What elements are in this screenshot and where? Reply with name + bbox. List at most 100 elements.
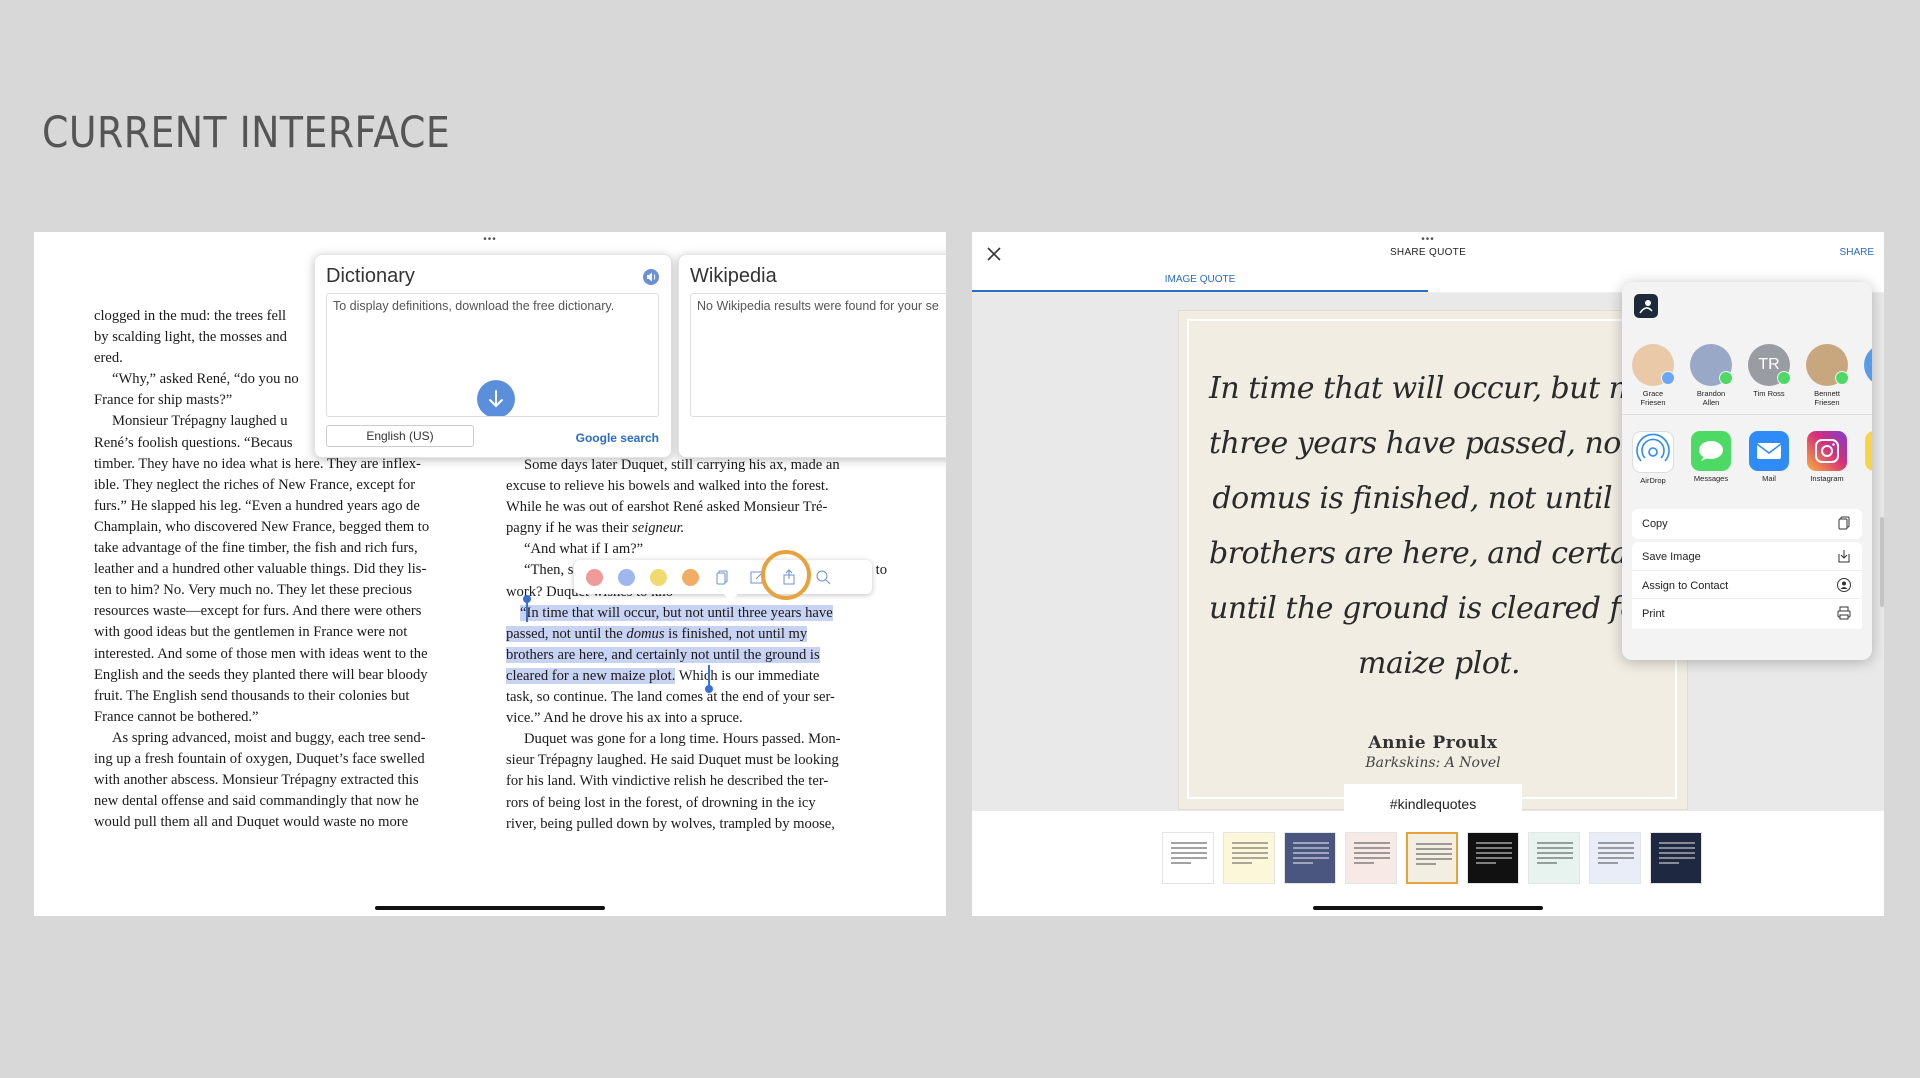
copy-icon[interactable] xyxy=(714,568,732,586)
book-line: take advantage of the fine timber, the f… xyxy=(94,540,418,557)
share-app-messages[interactable]: Messages xyxy=(1684,431,1738,483)
thumbnail-text-line xyxy=(1476,842,1512,844)
airdrop-icon xyxy=(1632,431,1674,473)
thumbnail-text-line xyxy=(1598,857,1634,859)
contact-name: Grace Friesen xyxy=(1626,389,1680,407)
share-app-mail[interactable]: Mail xyxy=(1742,431,1796,483)
book-line[interactable]: cleared for a new maize plot. Which is o… xyxy=(506,666,887,687)
scrollbar[interactable] xyxy=(1880,517,1884,607)
share-app-partial[interactable] xyxy=(1858,431,1872,471)
book-line: As spring advanced, moist and buggy, eac… xyxy=(112,729,426,746)
home-indicator[interactable] xyxy=(1313,906,1543,910)
share-contact[interactable]: TR Tim Ross xyxy=(1742,344,1796,398)
selection-end-handle[interactable] xyxy=(705,685,713,693)
notes-icon xyxy=(1865,431,1872,471)
template-thumbnail[interactable] xyxy=(1650,832,1702,884)
book-italic-text: domus xyxy=(626,625,665,642)
grabber-handle[interactable]: ••• xyxy=(1420,235,1436,245)
highlighted-selection[interactable]: “In time that will occur, but not until … xyxy=(520,604,833,621)
quote-line: domus is finished, not until my xyxy=(1212,481,1666,516)
contact-first-name: Brandon xyxy=(1696,389,1726,398)
selection-end-bar[interactable] xyxy=(708,665,710,687)
language-select[interactable]: English (US) xyxy=(326,425,474,447)
thumbnail-text-line xyxy=(1171,857,1207,859)
contact-first-name: Bennett xyxy=(1814,389,1840,398)
thumbnail-text-line xyxy=(1171,862,1191,864)
highlighted-selection[interactable]: brothers are here, and certainly not unt… xyxy=(506,646,820,663)
share-contact[interactable]: Brandon Allen xyxy=(1684,344,1738,407)
book-text: is finished, not until my xyxy=(664,625,808,642)
template-thumbnail[interactable] xyxy=(1406,832,1458,884)
share-contact-partial[interactable] xyxy=(1858,344,1872,386)
book-line: new dental offense and said commandingly… xyxy=(94,793,419,810)
messages-badge-icon xyxy=(1835,371,1849,385)
thumbnail-text-line xyxy=(1232,852,1268,854)
avatar xyxy=(1806,344,1849,386)
contact-last-name: Allen xyxy=(1702,398,1720,407)
highlighted-selection[interactable]: passed, not until the domus is finished,… xyxy=(506,625,808,642)
thumbnail-text-line xyxy=(1171,847,1207,849)
highlight-color-yellow[interactable] xyxy=(650,569,667,586)
template-thumbnail[interactable] xyxy=(1467,832,1519,884)
selection-start-bar[interactable] xyxy=(526,600,528,622)
book-line: interested. And some of those men with i… xyxy=(94,645,428,662)
book-line: pagny if he was their seigneur. xyxy=(506,518,887,539)
dictionary-popover: Dictionary To display definitions, downl… xyxy=(314,254,672,458)
highlight-color-pink[interactable] xyxy=(586,569,603,586)
thumbnail-text-line xyxy=(1537,857,1573,859)
template-thumbnail[interactable] xyxy=(1162,832,1214,884)
share-action-print[interactable]: Print xyxy=(1632,598,1862,629)
template-thumbnail[interactable] xyxy=(1589,832,1641,884)
share-app-instagram[interactable]: Instagram xyxy=(1800,431,1854,483)
book-line: sieur Trépagny laughed. He said Duquet m… xyxy=(506,752,839,769)
print-icon xyxy=(1836,605,1852,621)
kindle-app-icon xyxy=(1634,294,1658,318)
book-line: leather and a hundred other valuable thi… xyxy=(94,561,427,578)
template-thumbnail[interactable] xyxy=(1345,832,1397,884)
grabber-handle[interactable]: ••• xyxy=(482,235,498,245)
share-app-airdrop[interactable]: AirDrop xyxy=(1626,431,1680,485)
toolbar-pointer xyxy=(724,594,738,601)
avatar xyxy=(1864,344,1872,386)
thumbnail-text-line xyxy=(1293,842,1329,844)
thumbnail-text-line xyxy=(1659,857,1695,859)
slide-title: CURRENT INTERFACE xyxy=(42,108,451,158)
thumbnail-text-line xyxy=(1537,847,1573,849)
wikipedia-message: No Wikipedia results were found for your… xyxy=(697,299,939,313)
highlight-color-blue[interactable] xyxy=(618,569,635,586)
highlight-toolbar xyxy=(574,560,872,601)
book-line: vice.” And he drove his ax into a spruce… xyxy=(506,710,743,727)
download-arrow-icon[interactable] xyxy=(477,380,515,416)
template-thumbnail[interactable] xyxy=(1284,832,1336,884)
thumbnail-text-line xyxy=(1476,857,1512,859)
book-line[interactable]: brothers are here, and certainly not unt… xyxy=(506,645,887,666)
tab-image-quote[interactable]: IMAGE QUOTE xyxy=(972,268,1428,292)
highlighted-selection[interactable]: cleared for a new maize plot. xyxy=(506,667,676,684)
quote-line: maize plot. xyxy=(1358,646,1520,681)
speaker-icon[interactable] xyxy=(643,269,659,285)
thumbnail-text-line xyxy=(1354,862,1374,864)
book-line[interactable]: passed, not until the domus is finished,… xyxy=(506,624,887,645)
thumbnail-text-line xyxy=(1293,857,1329,859)
thumbnail-text-line xyxy=(1659,842,1695,844)
dictionary-content: To display definitions, download the fre… xyxy=(326,293,659,417)
highlight-color-orange[interactable] xyxy=(682,569,699,586)
share-action-assign-to-contact[interactable]: Assign to Contact xyxy=(1632,570,1862,601)
avatar xyxy=(1690,344,1733,386)
share-action-copy[interactable]: Copy xyxy=(1632,509,1862,539)
thumbnail-text-line xyxy=(1476,852,1512,854)
template-thumbnail[interactable] xyxy=(1223,832,1275,884)
share-button[interactable]: SHARE xyxy=(1840,247,1874,258)
thumbnail-text-line xyxy=(1476,862,1496,864)
wikipedia-title: Wikipedia xyxy=(690,265,777,287)
home-indicator[interactable] xyxy=(375,906,605,910)
share-contact[interactable]: Grace Friesen xyxy=(1626,344,1680,407)
share-contact[interactable]: Bennett Friesen xyxy=(1800,344,1854,407)
book-line[interactable]: “In time that will occur, but not until … xyxy=(506,603,887,624)
google-search-link[interactable]: Google search xyxy=(576,431,659,445)
search-icon[interactable] xyxy=(814,568,832,586)
book-text: “Then, s xyxy=(524,562,574,579)
share-action-save-image[interactable]: Save Image xyxy=(1632,542,1862,572)
template-thumbnail[interactable] xyxy=(1528,832,1580,884)
book-line: Some days later Duquet, still carrying h… xyxy=(524,457,840,473)
